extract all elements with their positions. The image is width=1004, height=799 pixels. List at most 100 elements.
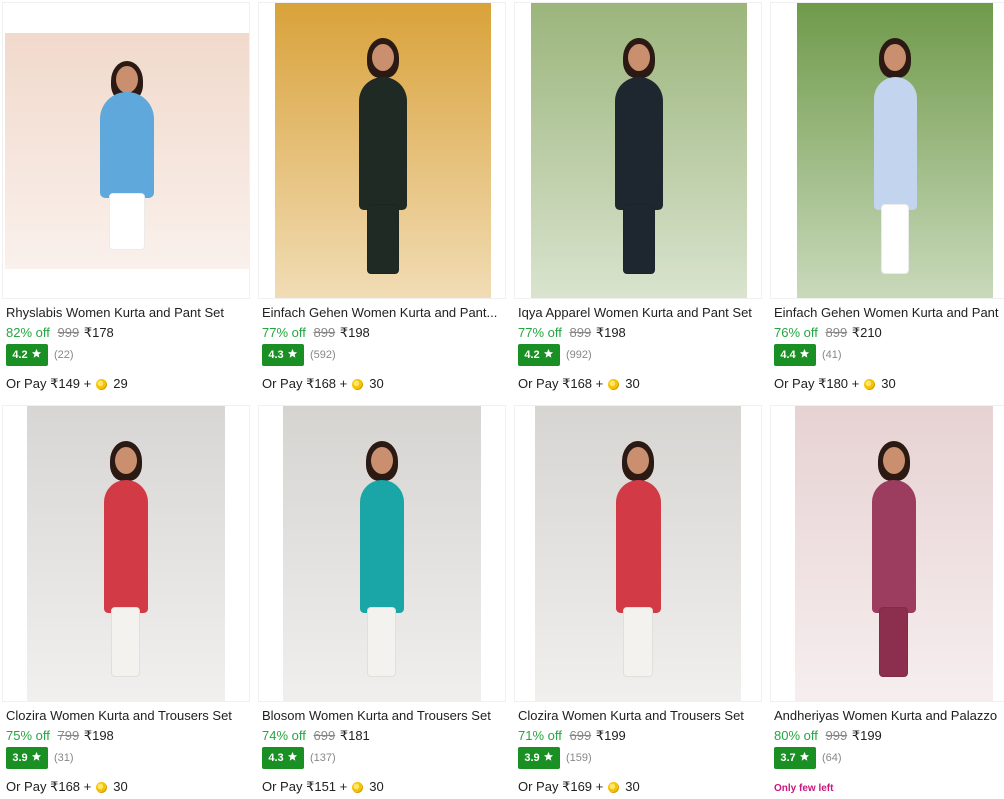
product-image-frame[interactable]	[514, 2, 762, 299]
product-card[interactable]: Clozira Women Kurta and Trousers Set 71%…	[512, 403, 762, 798]
rating-value: 3.9	[524, 752, 540, 764]
star-icon	[31, 751, 42, 765]
original-price: 899	[825, 325, 848, 340]
product-image-frame[interactable]	[2, 2, 250, 299]
product-title[interactable]: Clozira Women Kurta and Trousers Set	[518, 708, 764, 724]
product-title[interactable]: Iqya Apparel Women Kurta and Pant Set	[518, 305, 764, 321]
pay-price: Or Pay ₹168 +	[518, 376, 604, 391]
rating-row: 4.4 (41)	[774, 344, 842, 366]
supercoin-icon	[96, 781, 108, 793]
star-icon	[287, 751, 298, 765]
supercoin-offer: Or Pay ₹168 + 30	[6, 779, 128, 795]
pay-price: Or Pay ₹169 +	[518, 779, 604, 794]
rating-value: 3.7	[780, 752, 796, 764]
rating-row: 4.2 (22)	[6, 344, 74, 366]
supercoin-offer: Or Pay ₹168 + 30	[518, 376, 640, 392]
product-image[interactable]	[795, 406, 993, 701]
review-count: (41)	[822, 349, 842, 361]
rating-row: 4.2 (992)	[518, 344, 592, 366]
product-image-frame[interactable]	[258, 2, 506, 299]
product-title[interactable]: Einfach Gehen Women Kurta and Pant...	[262, 305, 508, 321]
product-image[interactable]	[535, 406, 741, 701]
product-card[interactable]: Rhyslabis Women Kurta and Pant Set 82% o…	[0, 0, 250, 395]
product-image-frame[interactable]	[2, 405, 250, 702]
pants	[367, 606, 397, 678]
product-title[interactable]: Blosom Women Kurta and Trousers Set	[262, 708, 508, 724]
review-count: (992)	[566, 349, 592, 361]
coin-count: 30	[369, 779, 384, 794]
pay-price: Or Pay ₹151 +	[262, 779, 348, 794]
product-image-frame[interactable]	[514, 405, 762, 702]
product-image[interactable]	[797, 3, 993, 298]
original-price: 999	[57, 325, 80, 340]
rating-value: 3.9	[12, 752, 28, 764]
discount-percent: 74% off	[262, 728, 306, 743]
star-icon	[287, 348, 298, 362]
product-image-frame[interactable]	[770, 2, 1004, 299]
review-count: (592)	[310, 349, 336, 361]
product-image[interactable]	[27, 406, 225, 701]
supercoin-icon	[352, 781, 364, 793]
selling-price: ₹199	[851, 728, 882, 743]
product-card[interactable]: Iqya Apparel Women Kurta and Pant Set 77…	[512, 0, 762, 395]
rating-badge: 4.4	[774, 344, 816, 366]
star-icon	[799, 751, 810, 765]
product-card[interactable]: Clozira Women Kurta and Trousers Set 75%…	[0, 403, 250, 798]
product-title[interactable]: Einfach Gehen Women Kurta and Pant	[774, 305, 1004, 321]
original-price: 699	[569, 728, 592, 743]
product-image[interactable]	[283, 406, 481, 701]
pants	[880, 203, 910, 275]
star-icon	[31, 348, 42, 362]
coin-count: 30	[369, 376, 384, 391]
product-title[interactable]: Andheriyas Women Kurta and Palazzo	[774, 708, 1004, 724]
price-row: 77% off 899 ₹198	[518, 325, 626, 341]
product-image[interactable]	[5, 33, 249, 269]
selling-price: ₹210	[851, 325, 882, 340]
pants	[623, 203, 655, 275]
selling-price: ₹198	[83, 728, 114, 743]
discount-percent: 77% off	[262, 325, 306, 340]
product-image-frame[interactable]	[258, 405, 506, 702]
pay-price: Or Pay ₹168 +	[6, 779, 92, 794]
product-card[interactable]: Einfach Gehen Women Kurta and Pant 76% o…	[768, 0, 1004, 395]
product-card[interactable]: Einfach Gehen Women Kurta and Pant... 77…	[256, 0, 506, 395]
discount-percent: 76% off	[774, 325, 818, 340]
rating-badge: 4.2	[518, 344, 560, 366]
discount-percent: 75% off	[6, 728, 50, 743]
product-title[interactable]: Clozira Women Kurta and Trousers Set	[6, 708, 252, 724]
original-price: 799	[57, 728, 80, 743]
pants	[109, 193, 145, 251]
price-row: 76% off 899 ₹210	[774, 325, 882, 341]
product-title[interactable]: Rhyslabis Women Kurta and Pant Set	[6, 305, 252, 321]
supercoin-icon	[864, 378, 876, 390]
product-image[interactable]	[531, 3, 747, 298]
product-card[interactable]: Andheriyas Women Kurta and Palazzo 80% o…	[768, 403, 1004, 798]
supercoin-icon	[608, 781, 620, 793]
discount-percent: 71% off	[518, 728, 562, 743]
supercoin-offer: Or Pay ₹149 + 29	[6, 376, 128, 392]
rating-value: 4.4	[780, 349, 796, 361]
product-image[interactable]	[275, 3, 491, 298]
supercoin-offer: Or Pay ₹168 + 30	[262, 376, 384, 392]
pants	[111, 606, 141, 678]
original-price: 899	[313, 325, 336, 340]
rating-value: 4.3	[268, 349, 284, 361]
price-row: 71% off 699 ₹199	[518, 728, 626, 744]
original-price: 999	[825, 728, 848, 743]
rating-badge: 4.3	[262, 344, 304, 366]
supercoin-icon	[96, 378, 108, 390]
star-icon	[543, 751, 554, 765]
rating-row: 4.3 (592)	[262, 344, 336, 366]
pants	[367, 203, 399, 275]
stock-warning: Only few left	[774, 783, 834, 794]
coin-count: 30	[881, 376, 896, 391]
review-count: (22)	[54, 349, 74, 361]
review-count: (64)	[822, 752, 842, 764]
product-image-frame[interactable]	[770, 405, 1004, 702]
pay-price: Or Pay ₹168 +	[262, 376, 348, 391]
kurta	[615, 76, 663, 210]
price-row: 75% off 799 ₹198	[6, 728, 114, 744]
rating-row: 4.3 (137)	[262, 747, 336, 769]
price-row: 74% off 699 ₹181	[262, 728, 370, 744]
product-card[interactable]: Blosom Women Kurta and Trousers Set 74% …	[256, 403, 506, 798]
